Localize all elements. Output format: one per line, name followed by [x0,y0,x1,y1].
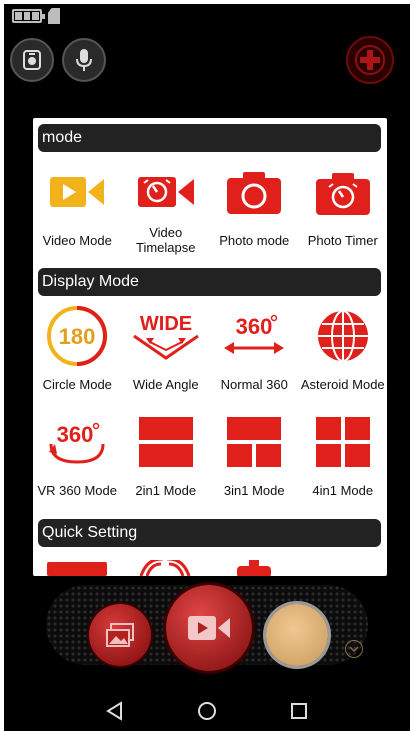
display-item-circle[interactable]: 180 Circle Mode [33,304,122,400]
display-item-4in1[interactable]: 4in1 Mode [299,410,388,506]
item-label: Video Mode [42,232,112,248]
three-in-one-icon [227,417,282,467]
display-grid-row1: 180 Circle Mode WIDE Wide Angle 360 Norm… [33,304,387,400]
display-item-2in1[interactable]: 2in1 Mode [122,410,211,506]
item-label: Video Timelapse [136,225,196,255]
camera-switch-button[interactable] [10,38,54,82]
mode-grid: Video Mode Video Timelapse Photo mode Ph… [33,160,387,256]
home-button[interactable] [192,696,222,726]
battery-icon [12,9,45,23]
back-button[interactable] [100,696,130,726]
four-in-one-icon [315,417,370,467]
add-button[interactable] [346,36,394,84]
item-label: 4in1 Mode [312,482,374,498]
item-label: VR 360 Mode [37,482,118,498]
section-header-display: Display Mode [38,268,381,296]
item-label: Photo mode [219,232,290,248]
section-title: Display Mode [42,273,139,290]
svg-text:180: 180 [59,324,96,349]
status-bar [12,6,60,26]
record-video-icon [188,616,230,640]
photo-timer-icon [315,173,370,215]
last-capture-thumbnail[interactable] [266,604,328,666]
microphone-icon [76,49,92,71]
vr-360-icon: 360 [49,422,105,464]
section-header-quick: Quick Setting [38,519,381,547]
video-timelapse-icon [137,177,194,207]
back-icon [106,700,122,721]
section-title: Quick Setting [42,524,138,541]
section-header-mode: mode [38,124,381,152]
mode-item-photo[interactable]: Photo mode [210,160,299,256]
display-item-asteroid[interactable]: Asteroid Mode [299,304,388,400]
item-label: Circle Mode [42,376,112,392]
item-label: Photo Timer [307,232,378,248]
chevron-down-icon[interactable] [345,640,363,658]
item-label: Normal 360 [220,376,288,392]
mode-item-video[interactable]: Video Mode [33,160,122,256]
item-label: Asteroid Mode [300,376,385,392]
svg-text:360: 360 [57,422,94,447]
sdcard-icon [48,8,60,24]
section-title: mode [42,129,83,146]
record-button[interactable] [166,585,252,671]
item-label: 3in1 Mode [223,482,285,498]
home-icon [198,701,216,720]
display-item-3in1[interactable]: 3in1 Mode [210,410,299,506]
circle-180-icon: 180 [47,306,108,366]
system-nav-bar [0,690,414,731]
gallery-icon [106,623,134,647]
normal-360-icon: 360 [224,314,285,354]
display-item-vr360[interactable]: 360 VR 360 Mode [33,410,122,506]
gallery-button[interactable] [89,604,151,666]
wide-angle-icon: WIDE [132,313,199,360]
camera-switch-icon [23,50,41,70]
display-item-normal360[interactable]: 360 Normal 360 [210,304,299,400]
recents-button[interactable] [284,696,314,726]
asteroid-globe-icon [317,310,368,362]
svg-text:360: 360 [236,314,273,339]
item-label: Wide Angle [132,376,199,392]
quick-setting-gear-icon[interactable] [229,560,279,576]
quick-setting-video-icon[interactable] [47,562,107,576]
video-camera-icon [50,177,105,207]
quick-setting-vibration-icon[interactable] [137,560,193,576]
mode-dialog: mode Video Mode Video Timelapse Photo mo… [33,118,387,576]
two-in-one-icon [138,417,193,467]
mode-item-photo-timer[interactable]: Photo Timer [299,160,388,256]
svg-text:WIDE: WIDE [140,313,192,335]
photo-camera-icon [227,172,282,214]
display-grid-row2: 360 VR 360 Mode 2in1 Mode 3in1 Mode 4in1… [33,410,387,506]
item-label: 2in1 Mode [135,482,197,498]
plus-icon [355,45,385,75]
microphone-button[interactable] [62,38,106,82]
recents-icon [291,702,307,719]
display-item-wide[interactable]: WIDE Wide Angle [122,304,211,400]
mode-item-timelapse[interactable]: Video Timelapse [122,160,211,256]
